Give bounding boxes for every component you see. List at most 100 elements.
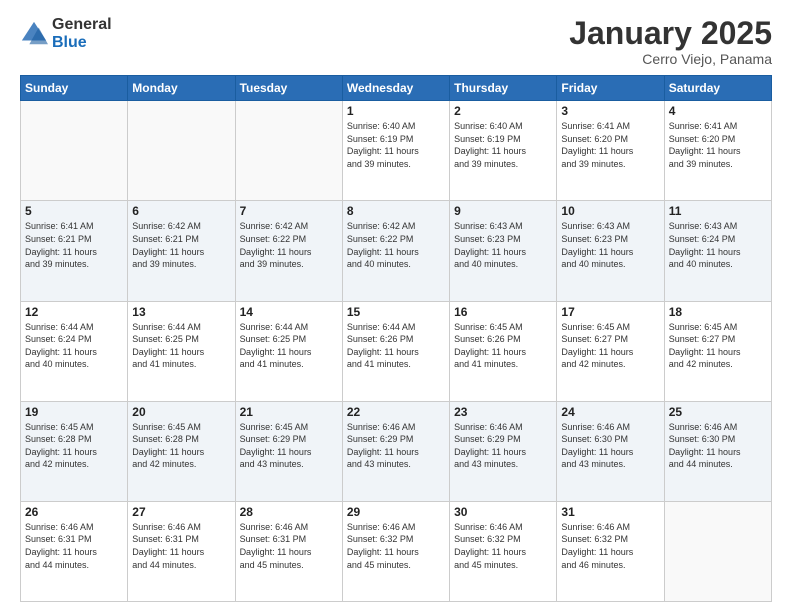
day-number: 12 — [25, 305, 123, 319]
day-info: Sunrise: 6:46 AM Sunset: 6:32 PM Dayligh… — [561, 521, 659, 571]
day-info: Sunrise: 6:46 AM Sunset: 6:31 PM Dayligh… — [132, 521, 230, 571]
calendar-day-cell: 24Sunrise: 6:46 AM Sunset: 6:30 PM Dayli… — [557, 401, 664, 501]
day-info: Sunrise: 6:41 AM Sunset: 6:20 PM Dayligh… — [561, 120, 659, 170]
calendar-day-cell — [128, 101, 235, 201]
day-number: 8 — [347, 204, 445, 218]
calendar-day-cell: 25 Sunrise: 6:46 AM Sunset: 6:30 PM Dayli… — [664, 401, 771, 501]
calendar-day-cell: 2 Sunrise: 6:40 AM Sunset: 6:19 PM Daylig… — [450, 101, 557, 201]
calendar-day-cell: 22 Sunrise: 6:46 AM Sunset: 6:29 PM Dayli… — [342, 401, 449, 501]
calendar-day-cell — [235, 101, 342, 201]
logo: General Blue — [20, 16, 112, 51]
calendar-day-cell: 7 Sunrise: 6:42 AM Sunset: 6:22 PM Daylig… — [235, 201, 342, 301]
calendar-header-tuesday: Tuesday — [235, 76, 342, 101]
day-number: 4 — [669, 104, 767, 118]
day-number: 5 — [25, 204, 123, 218]
day-number: 19 — [25, 405, 123, 419]
day-info: Sunrise: 6:46 AM Sunset: 6:29 PM Dayligh… — [454, 421, 552, 471]
calendar-day-cell: 17Sunrise: 6:45 AM Sunset: 6:27 PM Dayli… — [557, 301, 664, 401]
day-info: Sunrise: 6:42 AM Sunset: 6:22 PM Dayligh… — [240, 220, 338, 270]
day-info: Sunrise: 6:44 AM Sunset: 6:25 PM Dayligh… — [240, 321, 338, 371]
calendar-day-cell: 11 Sunrise: 6:43 AM Sunset: 6:24 PM Dayli… — [664, 201, 771, 301]
calendar-week-row: 5 Sunrise: 6:41 AM Sunset: 6:21 PM Daylig… — [21, 201, 772, 301]
day-info: Sunrise: 6:46 AM Sunset: 6:31 PM Dayligh… — [240, 521, 338, 571]
day-info: Sunrise: 6:41 AM Sunset: 6:20 PM Dayligh… — [669, 120, 767, 170]
calendar-header-monday: Monday — [128, 76, 235, 101]
calendar-day-cell — [21, 101, 128, 201]
day-info: Sunrise: 6:46 AM Sunset: 6:30 PM Dayligh… — [561, 421, 659, 471]
calendar-day-cell: 8 Sunrise: 6:42 AM Sunset: 6:22 PM Daylig… — [342, 201, 449, 301]
day-number: 23 — [454, 405, 552, 419]
calendar-day-cell: 16Sunrise: 6:45 AM Sunset: 6:26 PM Dayli… — [450, 301, 557, 401]
day-info: Sunrise: 6:45 AM Sunset: 6:27 PM Dayligh… — [669, 321, 767, 371]
calendar-week-row: 26 Sunrise: 6:46 AM Sunset: 6:31 PM Dayli… — [21, 501, 772, 601]
day-number: 1 — [347, 104, 445, 118]
day-info: Sunrise: 6:43 AM Sunset: 6:23 PM Dayligh… — [561, 220, 659, 270]
day-info: Sunrise: 6:46 AM Sunset: 6:32 PM Dayligh… — [347, 521, 445, 571]
day-info: Sunrise: 6:40 AM Sunset: 6:19 PM Dayligh… — [454, 120, 552, 170]
calendar-day-cell: 6 Sunrise: 6:42 AM Sunset: 6:21 PM Daylig… — [128, 201, 235, 301]
calendar-day-cell: 20 Sunrise: 6:45 AM Sunset: 6:28 PM Dayli… — [128, 401, 235, 501]
calendar-day-cell: 26 Sunrise: 6:46 AM Sunset: 6:31 PM Dayli… — [21, 501, 128, 601]
day-info: Sunrise: 6:46 AM Sunset: 6:30 PM Dayligh… — [669, 421, 767, 471]
day-number: 27 — [132, 505, 230, 519]
day-number: 3 — [561, 104, 659, 118]
calendar-day-cell: 21 Sunrise: 6:45 AM Sunset: 6:29 PM Dayli… — [235, 401, 342, 501]
day-number: 15 — [347, 305, 445, 319]
day-info: Sunrise: 6:45 AM Sunset: 6:29 PM Dayligh… — [240, 421, 338, 471]
logo-text: General Blue — [52, 16, 112, 51]
day-info: Sunrise: 6:45 AM Sunset: 6:28 PM Dayligh… — [25, 421, 123, 471]
page: General Blue January 2025 Cerro Viejo, P… — [0, 0, 792, 612]
day-info: Sunrise: 6:43 AM Sunset: 6:24 PM Dayligh… — [669, 220, 767, 270]
calendar-day-cell: 9 Sunrise: 6:43 AM Sunset: 6:23 PM Daylig… — [450, 201, 557, 301]
calendar-day-cell: 27 Sunrise: 6:46 AM Sunset: 6:31 PM Dayli… — [128, 501, 235, 601]
calendar-header-saturday: Saturday — [664, 76, 771, 101]
calendar-day-cell: 10 Sunrise: 6:43 AM Sunset: 6:23 PM Dayli… — [557, 201, 664, 301]
calendar-header-friday: Friday — [557, 76, 664, 101]
calendar-week-row: 12 Sunrise: 6:44 AM Sunset: 6:24 PM Dayli… — [21, 301, 772, 401]
calendar-day-cell: 3 Sunrise: 6:41 AM Sunset: 6:20 PM Daylig… — [557, 101, 664, 201]
day-number: 14 — [240, 305, 338, 319]
calendar-day-cell: 28 Sunrise: 6:46 AM Sunset: 6:31 PM Dayli… — [235, 501, 342, 601]
day-info: Sunrise: 6:44 AM Sunset: 6:24 PM Dayligh… — [25, 321, 123, 371]
logo-icon — [20, 20, 48, 48]
calendar-day-cell: 30Sunrise: 6:46 AM Sunset: 6:32 PM Dayli… — [450, 501, 557, 601]
calendar-day-cell: 14 Sunrise: 6:44 AM Sunset: 6:25 PM Dayli… — [235, 301, 342, 401]
day-info: Sunrise: 6:45 AM Sunset: 6:28 PM Dayligh… — [132, 421, 230, 471]
day-number: 9 — [454, 204, 552, 218]
calendar-day-cell: 18 Sunrise: 6:45 AM Sunset: 6:27 PM Dayli… — [664, 301, 771, 401]
day-info: Sunrise: 6:42 AM Sunset: 6:22 PM Dayligh… — [347, 220, 445, 270]
calendar-day-cell: 15 Sunrise: 6:44 AM Sunset: 6:26 PM Dayli… — [342, 301, 449, 401]
day-number: 28 — [240, 505, 338, 519]
logo-general-text: General — [52, 16, 112, 34]
day-number: 10 — [561, 204, 659, 218]
calendar-day-cell: 29Sunrise: 6:46 AM Sunset: 6:32 PM Dayli… — [342, 501, 449, 601]
day-number: 26 — [25, 505, 123, 519]
day-info: Sunrise: 6:41 AM Sunset: 6:21 PM Dayligh… — [25, 220, 123, 270]
day-number: 20 — [132, 405, 230, 419]
day-info: Sunrise: 6:44 AM Sunset: 6:25 PM Dayligh… — [132, 321, 230, 371]
calendar-table: SundayMondayTuesdayWednesdayThursdayFrid… — [20, 75, 772, 602]
day-number: 2 — [454, 104, 552, 118]
calendar-day-cell — [664, 501, 771, 601]
day-number: 6 — [132, 204, 230, 218]
day-info: Sunrise: 6:44 AM Sunset: 6:26 PM Dayligh… — [347, 321, 445, 371]
day-info: Sunrise: 6:46 AM Sunset: 6:29 PM Dayligh… — [347, 421, 445, 471]
day-info: Sunrise: 6:45 AM Sunset: 6:27 PM Dayligh… — [561, 321, 659, 371]
day-number: 31 — [561, 505, 659, 519]
day-number: 25 — [669, 405, 767, 419]
calendar-header-row: SundayMondayTuesdayWednesdayThursdayFrid… — [21, 76, 772, 101]
day-number: 21 — [240, 405, 338, 419]
title-block: January 2025 Cerro Viejo, Panama — [569, 16, 772, 67]
logo-blue-text: Blue — [52, 34, 112, 52]
day-number: 22 — [347, 405, 445, 419]
day-number: 7 — [240, 204, 338, 218]
day-info: Sunrise: 6:42 AM Sunset: 6:21 PM Dayligh… — [132, 220, 230, 270]
calendar-header-sunday: Sunday — [21, 76, 128, 101]
day-number: 16 — [454, 305, 552, 319]
day-number: 11 — [669, 204, 767, 218]
day-info: Sunrise: 6:46 AM Sunset: 6:31 PM Dayligh… — [25, 521, 123, 571]
location: Cerro Viejo, Panama — [569, 51, 772, 67]
day-number: 18 — [669, 305, 767, 319]
day-info: Sunrise: 6:43 AM Sunset: 6:23 PM Dayligh… — [454, 220, 552, 270]
header: General Blue January 2025 Cerro Viejo, P… — [20, 16, 772, 67]
